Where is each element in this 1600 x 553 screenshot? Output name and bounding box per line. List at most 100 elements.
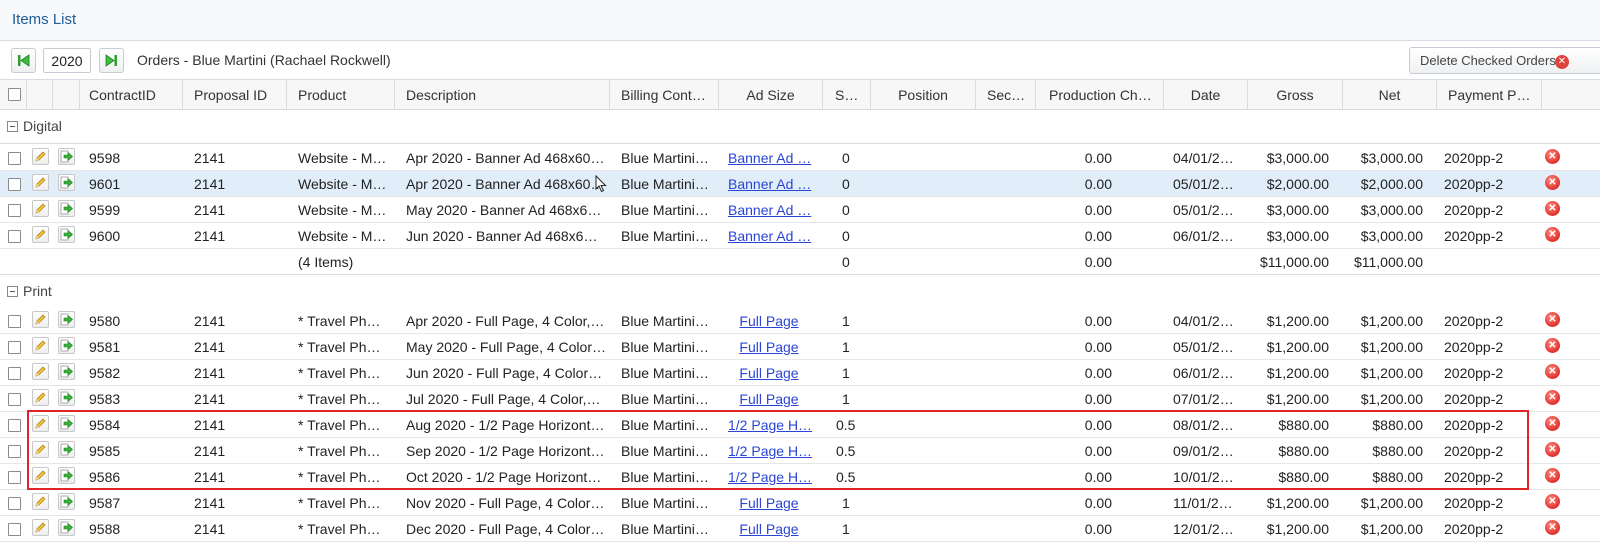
header-ad-size[interactable]: Ad Size [719, 80, 823, 110]
open-button[interactable] [58, 337, 75, 354]
row-checkbox[interactable] [8, 341, 21, 354]
header-contractid[interactable]: ContractID [80, 80, 183, 110]
delete-icon[interactable]: ✕ [1545, 227, 1560, 242]
select-all-checkbox[interactable] [8, 88, 21, 101]
edit-button[interactable] [32, 174, 49, 191]
collapse-icon[interactable] [7, 121, 18, 132]
open-button[interactable] [58, 148, 75, 165]
delete-icon[interactable]: ✕ [1545, 390, 1560, 405]
delete-icon[interactable]: ✕ [1545, 312, 1560, 327]
ad-size-link[interactable]: Full Page [739, 339, 798, 355]
open-button[interactable] [58, 200, 75, 217]
row-checkbox[interactable] [8, 315, 21, 328]
delete-icon[interactable]: ✕ [1545, 520, 1560, 535]
row-checkbox[interactable] [8, 393, 21, 406]
row-checkbox[interactable] [8, 419, 21, 432]
open-button[interactable] [58, 493, 75, 510]
edit-button[interactable] [32, 389, 49, 406]
delete-icon[interactable]: ✕ [1545, 494, 1560, 509]
edit-button[interactable] [32, 148, 49, 165]
edit-button[interactable] [32, 363, 49, 380]
header-payment-plan[interactable]: Payment P… [1437, 80, 1542, 110]
ad-size-link[interactable]: 1/2 Page H… [728, 417, 812, 433]
ad-size-link[interactable]: Banner Ad … [728, 202, 811, 218]
ad-size-link[interactable]: 1/2 Page H… [728, 469, 812, 485]
row-checkbox[interactable] [8, 178, 21, 191]
edit-button[interactable] [32, 311, 49, 328]
header-product[interactable]: Product [287, 80, 395, 110]
open-button[interactable] [58, 311, 75, 328]
table-row[interactable]: 9582 2141 * Travel Ph… Jun 2020 - Full Page… [0, 360, 1600, 386]
row-checkbox[interactable] [8, 204, 21, 217]
edit-button[interactable] [32, 441, 49, 458]
ad-size-link[interactable]: Full Page [739, 391, 798, 407]
ad-size-link[interactable]: Full Page [739, 495, 798, 511]
delete-icon[interactable]: ✕ [1545, 175, 1560, 190]
delete-icon[interactable]: ✕ [1545, 201, 1560, 216]
header-production-charge[interactable]: Production Ch… [1036, 80, 1164, 110]
table-row[interactable]: 9586 2141 * Travel Ph… Oct 2020 - 1/2 Page … [0, 464, 1600, 490]
header-position[interactable]: Position [871, 80, 976, 110]
ad-size-link[interactable]: Full Page [739, 365, 798, 381]
open-button[interactable] [58, 467, 75, 484]
delete-checked-orders-button[interactable]: Delete Checked Orders ✕ [1409, 47, 1600, 74]
table-row[interactable]: 9585 2141 * Travel Ph… Sep 2020 - 1/2 Page … [0, 438, 1600, 464]
row-checkbox[interactable] [8, 497, 21, 510]
row-checkbox[interactable] [8, 523, 21, 536]
table-row[interactable]: 9601 2141 Website - M… Apr 2020 - Banner Ad… [0, 171, 1600, 197]
table-row[interactable]: 9587 2141 * Travel Ph… Nov 2020 - Full Page… [0, 490, 1600, 516]
ad-size-link[interactable]: 1/2 Page H… [728, 443, 812, 459]
header-description[interactable]: Description [395, 80, 610, 110]
row-checkbox[interactable] [8, 445, 21, 458]
delete-icon[interactable]: ✕ [1545, 468, 1560, 483]
row-checkbox[interactable] [8, 471, 21, 484]
group-header-print[interactable]: Print [0, 275, 1600, 309]
delete-icon[interactable]: ✕ [1545, 364, 1560, 379]
header-s[interactable]: S… [823, 80, 871, 110]
open-button[interactable] [58, 519, 75, 536]
open-button[interactable] [58, 174, 75, 191]
open-button[interactable] [58, 441, 75, 458]
table-row[interactable]: 9583 2141 * Travel Ph… Jul 2020 - Full Page… [0, 386, 1600, 412]
collapse-icon[interactable] [7, 286, 18, 297]
open-button[interactable] [58, 415, 75, 432]
delete-icon[interactable]: ✕ [1545, 442, 1560, 457]
table-row[interactable]: 9580 2141 * Travel Ph… Apr 2020 - Full Page… [0, 308, 1600, 334]
ad-size-link[interactable]: Banner Ad … [728, 150, 811, 166]
header-gross[interactable]: Gross [1248, 80, 1343, 110]
edit-button[interactable] [32, 493, 49, 510]
table-row[interactable]: 9600 2141 Website - M… Jun 2020 - Banner Ad… [0, 223, 1600, 249]
row-checkbox[interactable] [8, 152, 21, 165]
header-net[interactable]: Net [1343, 80, 1437, 110]
year-input[interactable] [43, 48, 91, 73]
delete-icon[interactable]: ✕ [1545, 416, 1560, 431]
table-row[interactable]: 9584 2141 * Travel Ph… Aug 2020 - 1/2 Page … [0, 412, 1600, 438]
first-page-button[interactable] [11, 48, 36, 73]
open-button[interactable] [58, 389, 75, 406]
row-checkbox[interactable] [8, 367, 21, 380]
edit-button[interactable] [32, 337, 49, 354]
header-section[interactable]: Sec… [976, 80, 1036, 110]
edit-button[interactable] [32, 226, 49, 243]
header-date[interactable]: Date [1164, 80, 1248, 110]
edit-button[interactable] [32, 519, 49, 536]
ad-size-link[interactable]: Full Page [739, 313, 798, 329]
last-page-button[interactable] [99, 48, 124, 73]
ad-size-link[interactable]: Full Page [739, 521, 798, 537]
row-checkbox[interactable] [8, 230, 21, 243]
edit-button[interactable] [32, 467, 49, 484]
table-row[interactable]: 9588 2141 * Travel Ph… Dec 2020 - Full Page… [0, 516, 1600, 542]
ad-size-link[interactable]: Banner Ad … [728, 228, 811, 244]
edit-button[interactable] [32, 200, 49, 217]
group-header-digital[interactable]: Digital [0, 110, 1600, 144]
delete-icon[interactable]: ✕ [1545, 338, 1560, 353]
header-proposal-id[interactable]: Proposal ID [183, 80, 287, 110]
table-row[interactable]: 9599 2141 Website - M… May 2020 - Banner Ad… [0, 197, 1600, 223]
open-button[interactable] [58, 226, 75, 243]
delete-icon[interactable]: ✕ [1545, 149, 1560, 164]
header-billing-contact[interactable]: Billing Cont… [610, 80, 719, 110]
table-row[interactable]: 9598 2141 Website - M… Apr 2020 - Banner Ad… [0, 145, 1600, 171]
edit-button[interactable] [32, 415, 49, 432]
open-button[interactable] [58, 363, 75, 380]
ad-size-link[interactable]: Banner Ad … [728, 176, 811, 192]
